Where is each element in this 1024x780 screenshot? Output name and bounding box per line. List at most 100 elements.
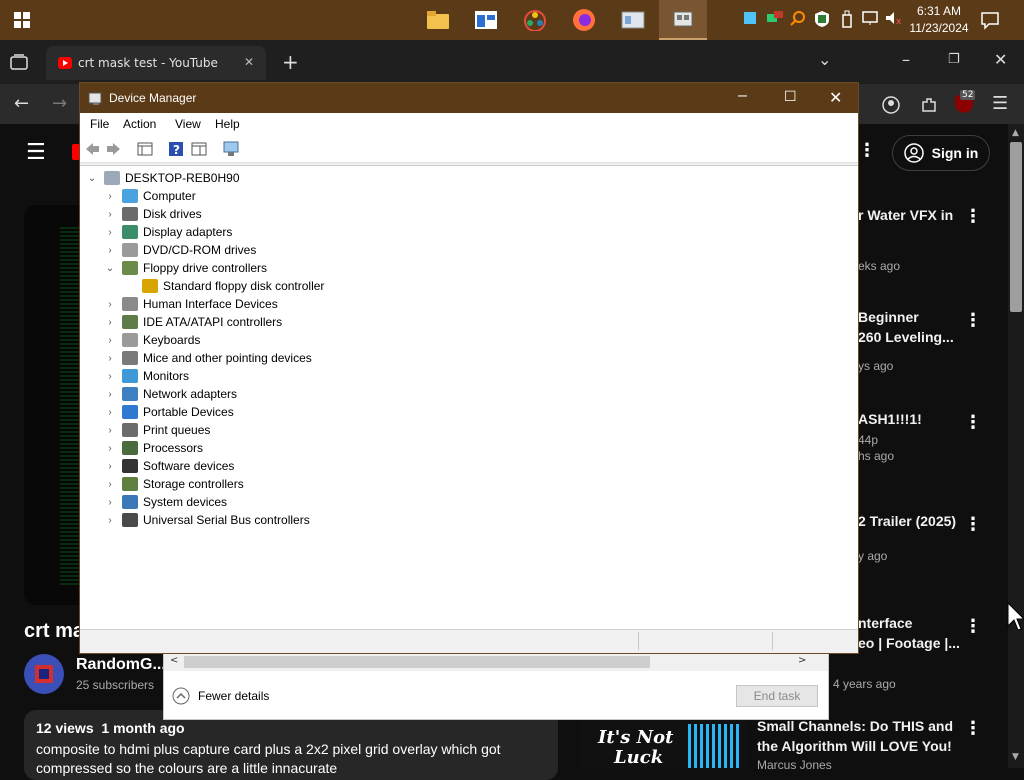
menu-view[interactable]: View [175, 117, 201, 131]
minimize-button[interactable]: – [738, 87, 747, 105]
start-button[interactable] [0, 0, 44, 40]
properties-icon[interactable] [191, 141, 207, 157]
back-arrow-icon[interactable] [84, 141, 100, 157]
tree-node[interactable]: › Keyboards [104, 331, 200, 349]
chevron-right-icon[interactable]: › [104, 353, 116, 364]
tree-node[interactable]: › IDE ATA/ATAPI controllers [104, 313, 282, 331]
restore-browser-button[interactable]: ❐ [948, 52, 960, 67]
chevron-right-icon[interactable]: › [104, 371, 116, 382]
account-icon[interactable] [882, 96, 900, 118]
tray-network-icon[interactable] [766, 10, 784, 28]
show-hide-console-icon[interactable] [137, 141, 153, 157]
close-tab-icon[interactable]: ✕ [244, 55, 254, 69]
end-task-button[interactable]: End task [736, 685, 818, 707]
tab-actions-icon[interactable] [10, 54, 28, 74]
rec-menu-icon[interactable]: ⋮ [964, 310, 982, 331]
hamburger-menu-icon[interactable]: ☰ [26, 140, 46, 165]
rec-menu-icon[interactable]: ⋮ [964, 616, 982, 637]
new-tab-button[interactable]: + [282, 50, 299, 74]
horizontal-scrollbar-thumb[interactable] [184, 656, 650, 668]
notification-icon[interactable] [980, 10, 1000, 34]
taskbar-control-panel[interactable] [609, 0, 657, 40]
device-manager-title-bar[interactable]: Device Manager – ☐ ✕ [80, 83, 858, 113]
chevron-right-icon[interactable]: › [104, 479, 116, 490]
chevron-right-icon[interactable]: › [104, 335, 116, 346]
ublock-icon[interactable]: 52 [954, 90, 978, 116]
tree-node[interactable]: › Storage controllers [104, 475, 244, 493]
tree-node[interactable]: Standard floppy disk controller [124, 277, 324, 295]
channel-avatar[interactable] [24, 654, 64, 694]
tray-app-icon[interactable] [742, 10, 760, 28]
close-browser-button[interactable]: ✕ [994, 50, 1007, 69]
tree-node[interactable]: › Print queues [104, 421, 210, 439]
chevron-down-icon[interactable]: ⌄ [86, 173, 98, 184]
page-scrollbar[interactable]: ▲ ▼ [1008, 124, 1024, 768]
description-box[interactable]: 12 views 1 month ago composite to hdmi p… [24, 710, 558, 780]
clock[interactable]: 6:31 AM 11/23/2024 [904, 3, 974, 37]
forward-button[interactable]: → [52, 93, 67, 114]
tree-node[interactable]: › System devices [104, 493, 227, 511]
chevron-right-icon[interactable]: › [104, 389, 116, 400]
rec-menu-icon[interactable]: ⋮ [964, 412, 982, 433]
chevron-right-icon[interactable]: › [104, 425, 116, 436]
usb-drive-icon[interactable] [840, 10, 858, 28]
volume-muted-icon[interactable]: x [884, 10, 902, 28]
tab-youtube[interactable]: crt mask test - YouTube ✕ [46, 46, 266, 80]
tree-node[interactable]: › Human Interface Devices [104, 295, 278, 313]
taskbar-app-window[interactable] [462, 0, 510, 40]
rec-thumbnail[interactable]: It's Not Luck [580, 718, 748, 768]
network-status-icon[interactable] [862, 10, 880, 28]
chevron-right-icon[interactable]: › [104, 299, 116, 310]
tree-node[interactable]: › Portable Devices [104, 403, 234, 421]
rec-item[interactable]: Small Channels: Do THIS and the Algorith… [757, 716, 957, 772]
menu-help[interactable]: Help [215, 117, 240, 131]
chevron-down-icon[interactable]: ⌄ [104, 263, 116, 274]
taskbar-device-manager[interactable] [659, 0, 707, 40]
tree-node[interactable]: › DVD/CD-ROM drives [104, 241, 256, 259]
chevron-right-icon[interactable]: › [104, 191, 116, 202]
rec-menu-icon[interactable]: ⋮ [964, 206, 982, 227]
settings-dots-icon[interactable]: ⋮ [858, 140, 876, 161]
chevron-right-icon[interactable]: › [104, 497, 116, 508]
fewer-details-button[interactable]: Fewer details [172, 687, 269, 705]
search-icon[interactable] [790, 10, 808, 28]
tree-node[interactable]: › Processors [104, 439, 203, 457]
back-button[interactable]: ← [14, 93, 29, 114]
shield-icon[interactable] [814, 10, 832, 28]
sign-in-button[interactable]: Sign in [892, 135, 990, 171]
taskbar-file-explorer[interactable] [414, 0, 462, 40]
chevron-right-icon[interactable]: › [104, 515, 116, 526]
scrollbar-thumb[interactable] [1010, 142, 1022, 312]
forward-arrow-icon[interactable] [106, 141, 122, 157]
tree-root[interactable]: ⌄ DESKTOP-REB0H90 [86, 169, 240, 187]
menu-action[interactable]: Action [123, 117, 156, 131]
tree-node[interactable]: › Monitors [104, 367, 189, 385]
channel-name[interactable]: RandomG... [76, 656, 166, 674]
chevron-right-icon[interactable]: › [104, 245, 116, 256]
tree-node[interactable]: › Mice and other pointing devices [104, 349, 312, 367]
rec-menu-icon[interactable]: ⋮ [964, 718, 982, 739]
tree-node[interactable]: › Software devices [104, 457, 234, 475]
help-icon[interactable]: ? [168, 141, 184, 157]
tree-node[interactable]: › Universal Serial Bus controllers [104, 511, 310, 529]
maximize-button[interactable]: ☐ [784, 88, 797, 105]
tree-node[interactable]: › Display adapters [104, 223, 232, 241]
taskbar-firefox[interactable] [560, 0, 608, 40]
horizontal-scrollbar[interactable]: < > [164, 653, 828, 671]
scan-hardware-icon[interactable] [222, 140, 240, 158]
extensions-icon[interactable] [920, 96, 938, 118]
tab-search-chevron-icon[interactable]: ⌄ [818, 50, 831, 69]
chevron-right-icon[interactable]: › [104, 317, 116, 328]
tree-node[interactable]: ⌄ Floppy drive controllers [104, 259, 267, 277]
minimize-browser-button[interactable]: – [902, 50, 910, 69]
chevron-right-icon[interactable]: › [104, 209, 116, 220]
close-button[interactable]: ✕ [829, 88, 842, 108]
rec-menu-icon[interactable]: ⋮ [964, 514, 982, 535]
chevron-right-icon[interactable]: › [104, 461, 116, 472]
tree-node[interactable]: › Computer [104, 187, 196, 205]
tree-node[interactable]: › Network adapters [104, 385, 237, 403]
chevron-right-icon[interactable]: › [104, 227, 116, 238]
tree-node[interactable]: › Disk drives [104, 205, 202, 223]
chevron-right-icon[interactable]: › [104, 443, 116, 454]
menu-icon[interactable]: ☰ [992, 93, 1008, 114]
